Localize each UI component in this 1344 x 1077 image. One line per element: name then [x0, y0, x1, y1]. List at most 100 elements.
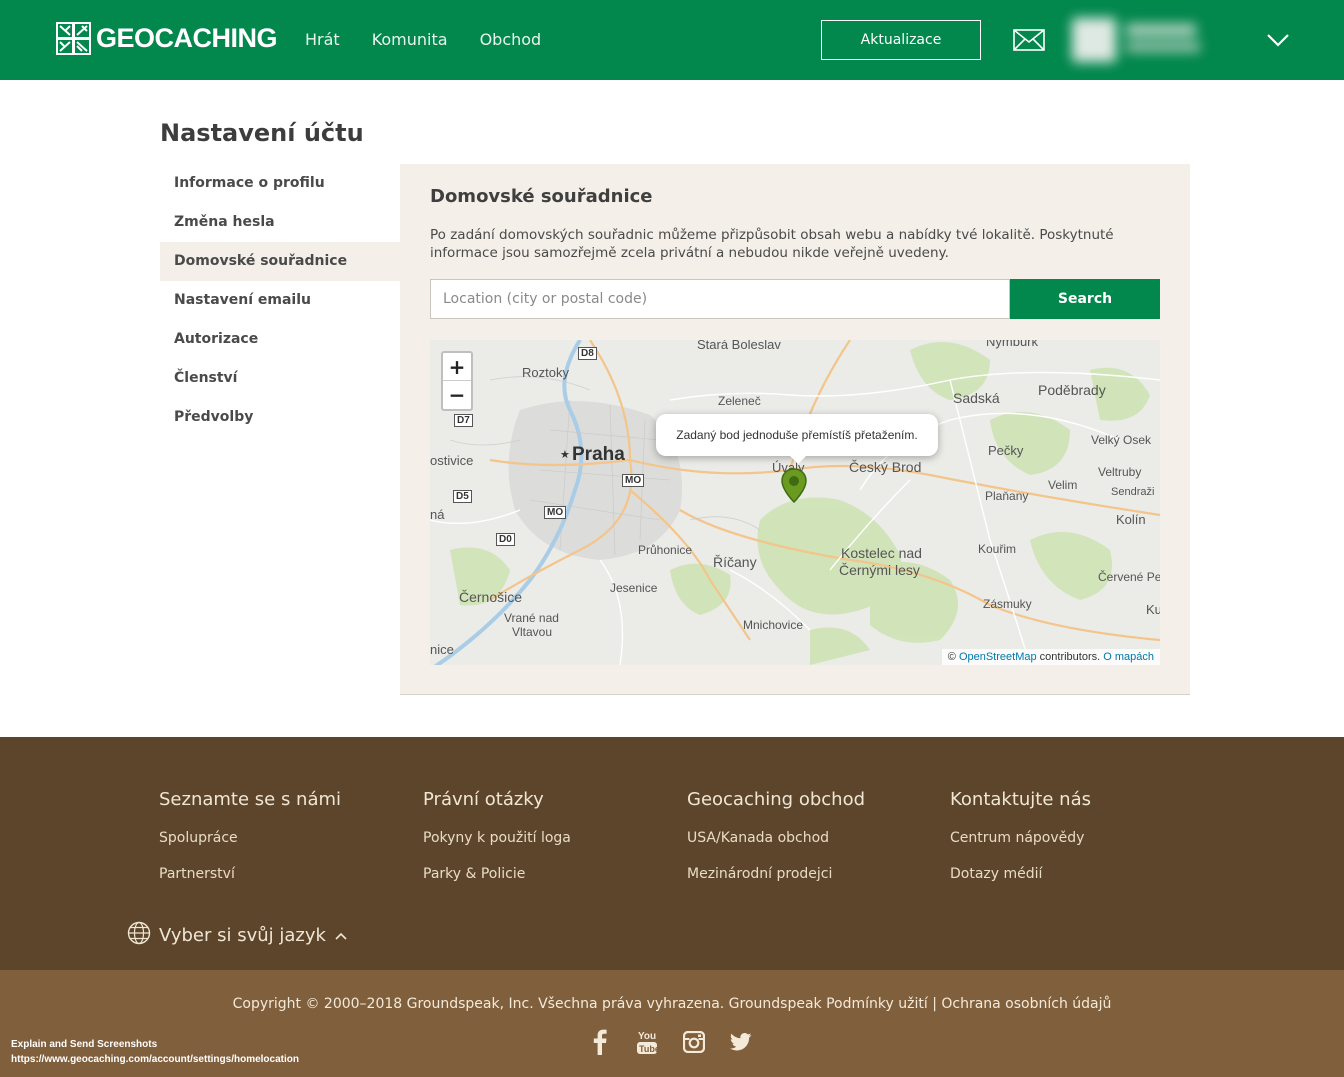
- footer-link-partnership[interactable]: Partnerství: [159, 866, 341, 902]
- instagram-icon[interactable]: [682, 1028, 706, 1056]
- map-label: Vrané nad: [504, 611, 559, 625]
- main-nav: Hrát Komunita Obchod: [305, 30, 573, 49]
- road-shield: MO: [622, 474, 645, 487]
- facebook-icon[interactable]: [588, 1028, 612, 1056]
- mail-icon[interactable]: [1013, 29, 1045, 55]
- footer-link-us-shop[interactable]: USA/Kanada obchod: [687, 830, 865, 866]
- map-label: Sadská: [953, 390, 1000, 406]
- zoom-out-button[interactable]: −: [443, 381, 471, 409]
- map-label: Veltruby: [1098, 465, 1142, 479]
- youtube-icon[interactable]: You Tube: [635, 1028, 659, 1056]
- map-label: Mnichovice: [743, 618, 804, 632]
- map-label: Velký Osek: [1091, 433, 1152, 447]
- footer-column-legal: Právní otázky Pokyny k použití loga Park…: [423, 789, 571, 902]
- map-label: ostivice: [430, 453, 474, 468]
- map-label: Kostelec nad: [841, 545, 922, 561]
- footer-heading: Právní otázky: [423, 789, 544, 810]
- map-label: Červené Pe: [1098, 570, 1160, 584]
- top-navigation-bar: GEOCACHING Hrát Komunita Obchod Aktualiz…: [0, 0, 1344, 80]
- sidebar-item-authorization[interactable]: Autorizace: [160, 320, 400, 359]
- map-label: Černými lesy: [839, 562, 920, 578]
- home-location-map[interactable]: Stará Boleslav Nymburk Roztoky Zeleneč S…: [430, 340, 1160, 665]
- search-button[interactable]: Search: [1010, 279, 1160, 319]
- sidebar-item-preferences[interactable]: Předvolby: [160, 398, 400, 437]
- nav-item-komunita[interactable]: Komunita: [372, 30, 448, 49]
- home-location-panel: Domovské souřadnice Po zadání domovských…: [400, 164, 1190, 695]
- map-zoom-control: + −: [441, 351, 473, 411]
- sidebar-item-home-location[interactable]: Domovské souřadnice: [160, 242, 400, 281]
- road-shield: D5: [453, 490, 472, 503]
- geocaching-logo[interactable]: GEOCACHING: [56, 22, 278, 55]
- footer-column-contact: Kontaktujte nás Centrum nápovědy Dotazy …: [950, 789, 1091, 902]
- page-title: Nastavení účtu: [160, 119, 364, 147]
- nav-item-hrat[interactable]: Hrát: [305, 30, 340, 49]
- svg-text:Tube: Tube: [639, 1044, 658, 1054]
- map-label: Český Brod: [849, 459, 922, 475]
- map-label: Ku: [1146, 602, 1160, 617]
- footer-heading: Kontaktujte nás: [950, 789, 1091, 810]
- map-label: Roztoky: [522, 365, 569, 380]
- map-label: Zeleneč: [718, 394, 761, 408]
- map-label: Nymburk: [986, 340, 1039, 349]
- overlay-url: https://www.geocaching.com/account/setti…: [11, 1054, 299, 1065]
- map-label: Sendraži: [1111, 486, 1155, 498]
- map-label: Velim: [1048, 478, 1078, 492]
- road-shield: D0: [496, 533, 515, 546]
- map-label: Říčany: [713, 554, 757, 570]
- sidebar-item-email[interactable]: Nastavení emailu: [160, 281, 400, 320]
- footer-column-about: Seznamte se s námi Spolupráce Partnerstv…: [159, 789, 341, 902]
- location-marker-icon[interactable]: [781, 468, 807, 508]
- footer-link-parks-police[interactable]: Parky & Policie: [423, 866, 571, 902]
- map-label: nice: [430, 642, 454, 657]
- sidebar-item-password[interactable]: Změna hesla: [160, 203, 400, 242]
- logo-mark-icon: [56, 22, 91, 55]
- road-shield: D7: [454, 414, 473, 427]
- map-label: Průhonice: [638, 543, 693, 557]
- tooltip-pointer: [788, 454, 808, 464]
- map-label: Černošice: [459, 589, 523, 605]
- footer-column-shop: Geocaching obchod USA/Kanada obchod Mezi…: [687, 789, 865, 902]
- map-label: Jesenice: [610, 581, 658, 595]
- map-label: ná: [430, 507, 445, 522]
- brand-name: GEOCACHING: [96, 23, 278, 53]
- map-label: Kouřim: [978, 542, 1017, 556]
- twitter-icon[interactable]: [729, 1028, 753, 1056]
- footer-link-media[interactable]: Dotazy médií: [950, 866, 1091, 902]
- footer-heading: Geocaching obchod: [687, 789, 866, 810]
- footer-link-logo-usage[interactable]: Pokyny k použití loga: [423, 830, 571, 866]
- user-avatar[interactable]: [1072, 14, 1202, 64]
- star-icon: ★: [560, 448, 570, 461]
- language-selector[interactable]: Vyber si svůj jazyk: [127, 921, 348, 950]
- zoom-in-button[interactable]: +: [443, 353, 471, 381]
- svg-text:You: You: [638, 1031, 656, 1042]
- openstreetmap-link[interactable]: OpenStreetMap: [959, 651, 1037, 663]
- map-tooltip: Zadaný bod jednoduše přemístíš přetažení…: [656, 414, 938, 456]
- road-shield: MO: [544, 506, 567, 519]
- panel-title: Domovské souřadnice: [430, 186, 653, 207]
- sidebar-item-profile[interactable]: Informace o profilu: [160, 164, 400, 203]
- road-shield: D8: [578, 347, 597, 360]
- chevron-down-icon[interactable]: [1266, 32, 1290, 52]
- attribution-suffix: contributors.: [1039, 651, 1101, 663]
- language-label: Vyber si svůj jazyk: [159, 925, 326, 946]
- footer-bottom-bar: Copyright © 2000–2018 Groundspeak, Inc. …: [0, 970, 1344, 1077]
- overlay-line-1: Explain and Send Screenshots: [11, 1039, 158, 1050]
- footer-link-cooperation[interactable]: Spolupráce: [159, 830, 341, 866]
- map-label: Kolín: [1116, 512, 1146, 527]
- location-search-input[interactable]: [430, 279, 1010, 319]
- globe-icon: [127, 921, 151, 950]
- map-label: Vltavou: [512, 625, 553, 639]
- footer-link-help-center[interactable]: Centrum nápovědy: [950, 830, 1091, 866]
- update-button[interactable]: Aktualizace: [821, 20, 981, 60]
- nav-item-obchod[interactable]: Obchod: [480, 30, 542, 49]
- about-maps-link[interactable]: O mapách: [1103, 651, 1154, 663]
- social-links: You Tube: [588, 1028, 776, 1056]
- map-label: Stará Boleslav: [697, 340, 781, 352]
- map-label: Pečky: [988, 443, 1024, 458]
- map-label: Zásmuky: [983, 597, 1032, 611]
- chevron-up-icon: [334, 925, 348, 946]
- panel-description: Po zadání domovských souřadnic můžeme př…: [430, 227, 1114, 261]
- sidebar-item-membership[interactable]: Členství: [160, 359, 400, 398]
- screenshot-overlay: Explain and Send Screenshots https://www…: [11, 1037, 299, 1067]
- footer-link-intl-sellers[interactable]: Mezinárodní prodejci: [687, 866, 865, 902]
